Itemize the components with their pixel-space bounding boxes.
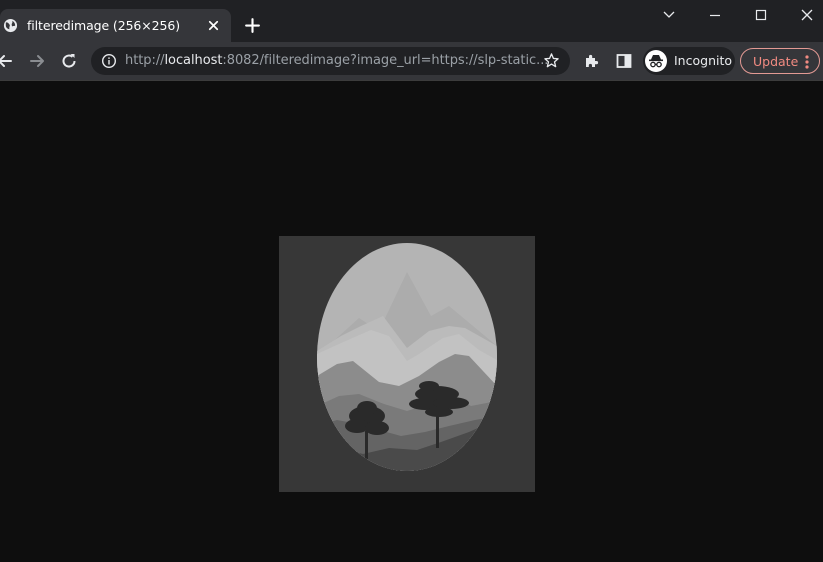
reload-icon[interactable] xyxy=(60,52,78,70)
globe-icon xyxy=(3,18,18,33)
incognito-indicator[interactable]: Incognito xyxy=(643,47,735,75)
update-label: Update xyxy=(753,54,799,69)
maximize-icon[interactable] xyxy=(749,5,773,25)
filtered-image xyxy=(279,236,535,492)
arrow-right-icon[interactable] xyxy=(28,52,46,70)
tab-title: filteredimage (256×256) xyxy=(27,18,180,33)
url-host: localhost xyxy=(164,53,223,68)
side-panel-icon[interactable] xyxy=(615,52,633,70)
tab-strip: filteredimage (256×256) xyxy=(0,0,823,42)
address-bar[interactable]: http://localhost:8082/filteredimage?imag… xyxy=(91,47,570,75)
star-icon[interactable] xyxy=(543,52,560,69)
close-icon[interactable] xyxy=(206,18,221,33)
update-button[interactable]: Update xyxy=(740,48,820,74)
url-text[interactable]: http://localhost:8082/filteredimage?imag… xyxy=(125,53,548,68)
url-scheme: http:// xyxy=(125,53,165,68)
info-icon[interactable] xyxy=(101,53,117,69)
incognito-label: Incognito xyxy=(674,53,733,68)
puzzle-icon[interactable] xyxy=(583,52,601,70)
page-content xyxy=(0,81,823,562)
url-path: :8082/filteredimage?image_url=https://sl… xyxy=(222,53,549,68)
toolbar: http://localhost:8082/filteredimage?imag… xyxy=(0,42,823,81)
incognito-icon xyxy=(645,50,667,72)
browser-window: filteredimage (256×256) http://localhost… xyxy=(0,0,823,562)
arrow-left-icon[interactable] xyxy=(0,52,14,70)
tab-filteredimage[interactable]: filteredimage (256×256) xyxy=(0,9,231,42)
landscape-illustration xyxy=(279,236,535,492)
chevron-down-icon[interactable] xyxy=(657,5,681,25)
more-vert-icon[interactable] xyxy=(804,54,810,70)
plus-icon[interactable] xyxy=(244,17,261,34)
window-close-icon[interactable] xyxy=(795,5,819,25)
minimize-icon[interactable] xyxy=(703,5,727,25)
